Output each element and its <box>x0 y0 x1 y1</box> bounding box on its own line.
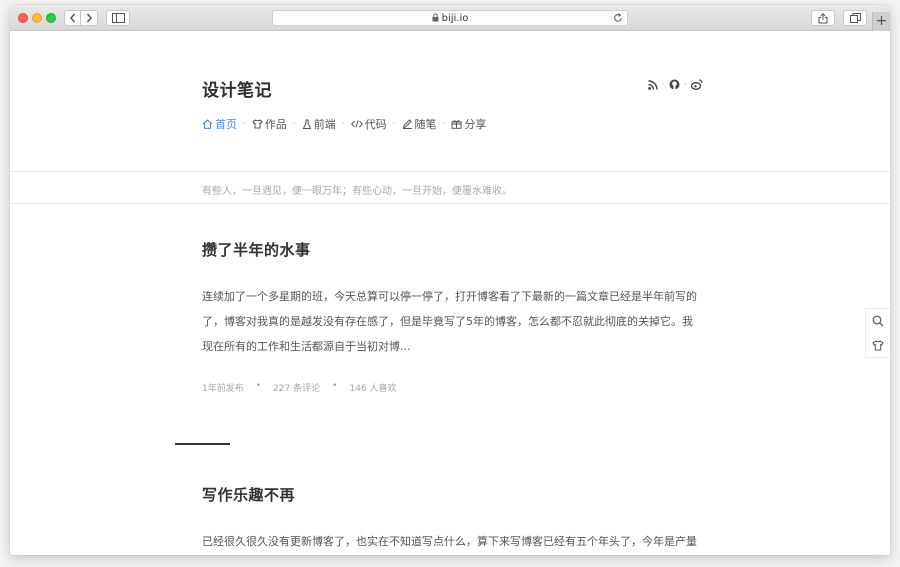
tabs-icon <box>849 13 861 23</box>
close-window-button[interactable] <box>18 13 28 23</box>
new-tab-button[interactable]: + <box>872 12 890 31</box>
nav-separator: · <box>392 119 396 129</box>
post-divider <box>175 443 230 445</box>
post-meta: 1年前发布 • 227 条评论 • 146 人喜欢 <box>202 381 396 394</box>
nav-label: 代码 <box>364 118 387 131</box>
post-excerpt: 已经很久很久没有更新博客了，也实在不知道写点什么，算下来写博客已经有五个年头了，… <box>202 535 697 548</box>
motto-bar: 有些人，一旦遇见，便一眼万年；有些心动，一旦开始，便覆水难收。 <box>10 171 890 204</box>
nav-item-home[interactable]: 首页 <box>202 116 237 132</box>
site-motto: 有些人，一旦遇见，便一眼万年；有些心动，一旦开始，便覆水难收。 <box>202 186 512 197</box>
nav-label: 随笔 <box>414 118 437 131</box>
shirt-icon <box>252 119 263 129</box>
nav-separator: · <box>243 119 246 129</box>
share-button[interactable] <box>811 10 835 26</box>
reload-icon[interactable] <box>613 13 623 23</box>
meta-separator: • <box>255 381 262 391</box>
site-title[interactable]: 设计笔记 <box>202 76 272 101</box>
nav-item-works[interactable]: 作品 <box>252 116 287 132</box>
post-date: 1年前发布 <box>202 384 244 394</box>
main-nav: 首页 · 作品 · 前端 · 代码 · 随笔 · 分享 <box>202 116 486 132</box>
nav-item-frontend[interactable]: 前端 <box>302 116 336 132</box>
nav-label: 分享 <box>464 118 487 131</box>
back-button[interactable] <box>64 10 81 26</box>
post-comments-count[interactable]: 227 条评论 <box>273 381 320 394</box>
side-toolbar <box>865 308 890 358</box>
home-icon <box>202 119 213 129</box>
search-icon[interactable] <box>872 315 884 327</box>
browser-toolbar: biji.io + <box>10 5 890 31</box>
address-bar[interactable]: biji.io <box>272 10 628 26</box>
share-icon <box>818 12 828 23</box>
sidebar-icon <box>111 13 125 23</box>
shirt-icon[interactable] <box>872 340 884 351</box>
github-icon[interactable] <box>669 79 680 90</box>
code-icon <box>350 120 363 128</box>
meta-separator: • <box>332 381 338 391</box>
url-text: biji.io <box>441 13 469 24</box>
nav-separator: · <box>442 119 446 129</box>
rss-icon[interactable] <box>648 79 658 90</box>
social-links: · · <box>648 79 703 90</box>
sidebar-toggle-button[interactable] <box>106 10 130 26</box>
nav-item-share[interactable]: 分享 <box>451 116 486 132</box>
tab-overview-button[interactable] <box>843 10 867 26</box>
gift-icon <box>451 120 462 129</box>
nav-separator: · <box>341 119 345 129</box>
nav-item-essays[interactable]: 随笔 <box>402 116 437 132</box>
nav-label: 前端 <box>313 118 336 131</box>
nav-label: 首页 <box>215 118 237 131</box>
nav-separator: · <box>292 119 296 129</box>
nav-label: 作品 <box>264 118 287 131</box>
pen-icon <box>402 119 412 129</box>
social-separator: · <box>662 79 665 90</box>
post-excerpt: 连续加了一个多星期的班，今天总算可以停一停了，打开博客看了下最新的一篇文章已经是… <box>202 290 697 353</box>
web-page: 设计笔记 · · 首页 · 作品 · 前端 · 代码 · 随笔 · 分享 有些人… <box>10 32 890 555</box>
nav-item-code[interactable]: 代码 <box>350 116 387 132</box>
tube-icon <box>302 119 312 129</box>
weibo-icon[interactable] <box>690 79 703 90</box>
forward-button[interactable] <box>81 10 98 26</box>
post-likes-count[interactable]: 146 人喜欢 <box>349 381 396 394</box>
chevron-right-icon <box>86 13 92 23</box>
social-separator: · <box>683 79 687 90</box>
zoom-window-button[interactable] <box>46 13 56 23</box>
minimize-window-button[interactable] <box>32 13 42 23</box>
lock-icon <box>432 13 439 22</box>
post-title[interactable]: 写作乐趣不再 <box>202 484 295 505</box>
browser-window: biji.io + 设计笔记 · · 首页 · 作品 · 前端 · 代码 · 随… <box>10 5 890 555</box>
chevron-left-icon <box>69 13 75 23</box>
post-title[interactable]: 攒了半年的水事 <box>202 239 311 260</box>
